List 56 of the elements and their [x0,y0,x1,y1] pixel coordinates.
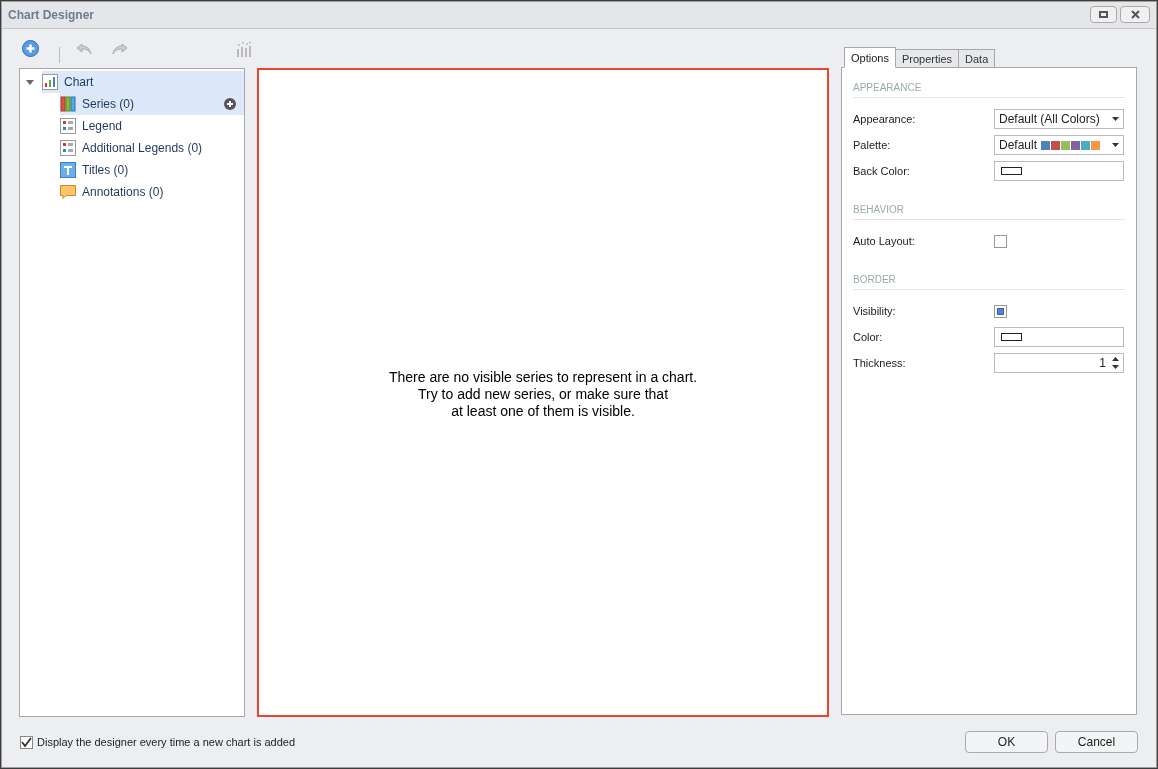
section-header: APPEARANCE [853,80,1125,99]
color-swatch [1001,167,1022,176]
speech-bubble-icon [60,184,76,201]
bars-icon [60,96,76,113]
caret-icon [1112,143,1119,148]
property-label: Color: [853,330,884,346]
add-circle-icon[interactable] [224,98,236,111]
color-swatch [1001,333,1022,342]
close-button[interactable] [1120,6,1150,24]
color-field[interactable] [994,327,1124,348]
tree-item[interactable]: Series (0) [60,93,244,116]
spin-field[interactable]: 1 [994,353,1124,374]
color-field[interactable] [994,161,1124,182]
tree-item-label: Series (0) [82,96,134,114]
close-icon [1130,10,1140,20]
property-label: Thickness: [853,356,907,372]
property-label: Auto Layout: [853,234,916,250]
tree-item-label: Titles (0) [82,162,129,180]
dialog-button[interactable]: OK [965,731,1048,754]
maximize-icon [1099,11,1108,19]
tree-item-label: Legend [82,118,123,136]
window-title: Chart Designer [8,6,96,24]
property-label: Palette: [853,138,892,154]
legend-icon [60,140,76,157]
bar-chart-icon [42,74,58,91]
empty-chart-message: Try to add new series, or make sure that [418,386,668,404]
tree-item-label: Additional Legends (0) [82,140,203,158]
property-label: Back Color: [853,164,911,180]
section-header: BEHAVIOR [853,202,1125,221]
tree-item[interactable]: Additional Legends (0) [60,137,244,160]
property-label: Appearance: [853,112,917,128]
caret-icon [1112,117,1119,122]
tree-item-label: Chart [64,74,94,92]
tree-item-label: Annotations (0) [82,184,164,202]
tab[interactable]: Options [844,47,896,69]
add-circle-icon[interactable] [22,40,39,58]
dialog-button[interactable]: Cancel [1055,731,1138,754]
dropdown-field[interactable]: Default (All Colors) [994,109,1124,130]
tree-item[interactable]: Legend [60,115,244,138]
checkbox[interactable] [994,304,1007,318]
palette-dropdown[interactable]: Default [994,135,1124,156]
property-label: Visibility: [853,304,897,320]
spin-arrows-icon [1112,356,1119,371]
empty-chart-message: at least one of them is visible. [451,403,635,421]
legend-icon [60,118,76,135]
checkbox-label: Display the designer every time a new chart is added [37,734,296,750]
tree-item[interactable]: Annotations (0) [60,181,244,204]
section-header: BORDER [853,272,1125,291]
empty-chart-message: There are no visible series to represent in a chart. [388,369,698,387]
tree-item[interactable]: Chart [42,71,244,94]
tree-item[interactable]: Titles (0) [60,159,244,182]
expand-arrow-icon[interactable] [26,78,34,87]
checkbox[interactable] [20,735,33,749]
text-t-icon [60,162,76,179]
maximize-button[interactable] [1090,6,1117,24]
checkbox[interactable] [994,234,1007,248]
